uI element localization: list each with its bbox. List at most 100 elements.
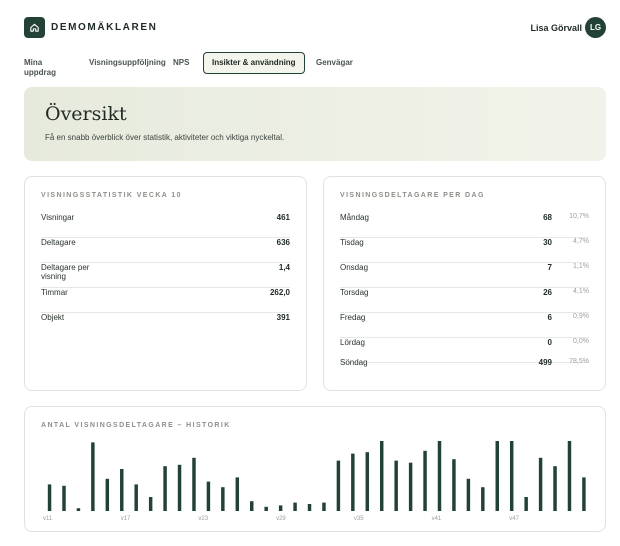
chart-bar: [134, 484, 138, 511]
stat-label: Objekt: [41, 313, 65, 322]
chart-bar: [206, 481, 211, 511]
chart-bar: [582, 477, 586, 511]
day-percent: 10,7%: [569, 213, 589, 220]
stat-label: Deltagare per visning: [41, 263, 90, 281]
chart-bar: [91, 442, 95, 511]
history-chart: v11 v17 v23 v29 v35 v41 v47: [43, 441, 586, 522]
chart-bar: [278, 505, 283, 511]
chart-bar: [47, 484, 52, 511]
chart-bar: [408, 462, 413, 511]
chart-bar: [423, 450, 427, 511]
day-percent: 1,1%: [573, 263, 589, 270]
day-row: Onsdag 7 1,1%: [340, 263, 589, 288]
chart-bar: [524, 497, 528, 511]
stat-label: Deltagare: [41, 238, 76, 247]
avatar[interactable]: LG: [585, 17, 606, 38]
day-percent: 0,0%: [573, 338, 589, 345]
nav-item-label: uppdrag: [24, 68, 56, 77]
stat-value: 1,4: [278, 263, 290, 272]
chart-bar: [336, 460, 341, 511]
x-tick-label: v35: [354, 516, 364, 522]
chart-bar: [509, 441, 514, 511]
nav-item-mina-uppdrag[interactable]: Mina uppdrag: [24, 58, 56, 78]
stat-label: Visningar: [41, 213, 75, 222]
x-tick-label: v23: [198, 516, 208, 522]
chart-bar: [553, 466, 557, 511]
day-count: 499: [538, 358, 552, 367]
chart-bar: [452, 459, 456, 511]
chart-bar: [163, 466, 167, 511]
stat-value: 391: [276, 313, 290, 322]
chart-bar: [192, 457, 196, 511]
page-subtitle: Få en snabb överblick över statistik, ak…: [45, 133, 285, 142]
chart-bar: [235, 477, 240, 511]
chart-bar: [495, 441, 499, 511]
app-header: DEMOMÄKLAREN Lisa Görvall LG: [24, 17, 606, 41]
day-count: 6: [547, 313, 552, 322]
chart-bar: [351, 453, 355, 511]
day-label: Lördag: [340, 338, 365, 347]
chart-bar: [148, 497, 153, 511]
stat-row: Deltagare 636: [41, 238, 290, 263]
history-card: ANTAL VISNINGSDELTAGARE – HISTORIK v11 v1…: [24, 406, 606, 532]
user-name: Lisa Görvall: [530, 23, 582, 33]
home-icon[interactable]: [24, 17, 45, 38]
chart-bar: [120, 469, 124, 511]
day-row: Måndag 68 10,7%: [340, 213, 589, 238]
nav-item-genvagar[interactable]: Genvägar: [316, 58, 353, 68]
x-tick-label: v17: [121, 516, 131, 522]
stat-row: Timmar 262,0: [41, 288, 290, 313]
chart-bar: [76, 508, 81, 511]
x-tick-label: v11: [43, 516, 53, 522]
chart-bar: [567, 441, 572, 511]
x-tick-label: v29: [276, 516, 286, 522]
stat-label: Timmar: [41, 288, 68, 297]
day-label: Onsdag: [340, 263, 369, 272]
day-row: Söndag 499 78,5%: [340, 358, 589, 383]
chart-bar: [293, 502, 297, 511]
chart-bar: [221, 487, 225, 511]
day-label: Torsdag: [340, 288, 369, 297]
day-row: Fredag 6 0,9%: [340, 313, 589, 338]
day-label: Tisdag: [340, 238, 364, 247]
day-count: 26: [543, 288, 552, 297]
day-count: 30: [543, 238, 552, 247]
day-count: 0: [547, 338, 552, 347]
stat-value: 461: [276, 213, 290, 222]
nav-item-visningsuppfoljning[interactable]: Visningsuppföljning: [89, 58, 166, 68]
stat-row: Objekt 391: [41, 313, 290, 338]
brand-name: DEMOMÄKLAREN: [51, 22, 158, 33]
day-label: Söndag: [340, 358, 368, 367]
chart-bar: [177, 464, 182, 511]
chart-bar: [264, 506, 268, 511]
chart-bar: [250, 501, 254, 511]
day-label: Fredag: [340, 313, 366, 322]
nav-item-nps[interactable]: NPS: [173, 58, 189, 68]
x-tick-label: v41: [432, 516, 442, 522]
day-percent: 4,1%: [573, 288, 589, 295]
chart-bar: [307, 504, 312, 511]
day-label: Måndag: [340, 213, 369, 222]
day-count: 68: [543, 213, 552, 222]
chart-bar: [466, 478, 471, 511]
stat-value: 636: [276, 238, 290, 247]
card-title: VISNINGSSTATISTIK VECKA 10: [41, 192, 182, 199]
chart-bar: [538, 457, 543, 511]
day-count: 7: [547, 263, 552, 272]
stat-row: Deltagare per visning 1,4: [41, 263, 290, 288]
stats-card: VISNINGSSTATISTIK VECKA 10 Visningar 461…: [24, 176, 307, 391]
day-row: Torsdag 26 4,1%: [340, 288, 589, 313]
chart-bar: [394, 460, 398, 511]
nav-item-insikter[interactable]: Insikter & användning: [203, 52, 305, 74]
day-row: Tisdag 30 4,7%: [340, 238, 589, 263]
stat-value: 262,0: [269, 288, 290, 297]
stat-row: Visningar 461: [41, 213, 290, 238]
chart-bar: [437, 441, 442, 511]
page-title: Översikt: [45, 103, 127, 125]
x-tick-label: v47: [509, 516, 519, 522]
chart-bar: [379, 441, 384, 511]
chart-bar: [62, 485, 66, 511]
chart-bar: [365, 452, 370, 511]
day-percent: 4,7%: [573, 238, 589, 245]
card-title: VISNINGSDELTAGARE PER DAG: [340, 192, 485, 199]
